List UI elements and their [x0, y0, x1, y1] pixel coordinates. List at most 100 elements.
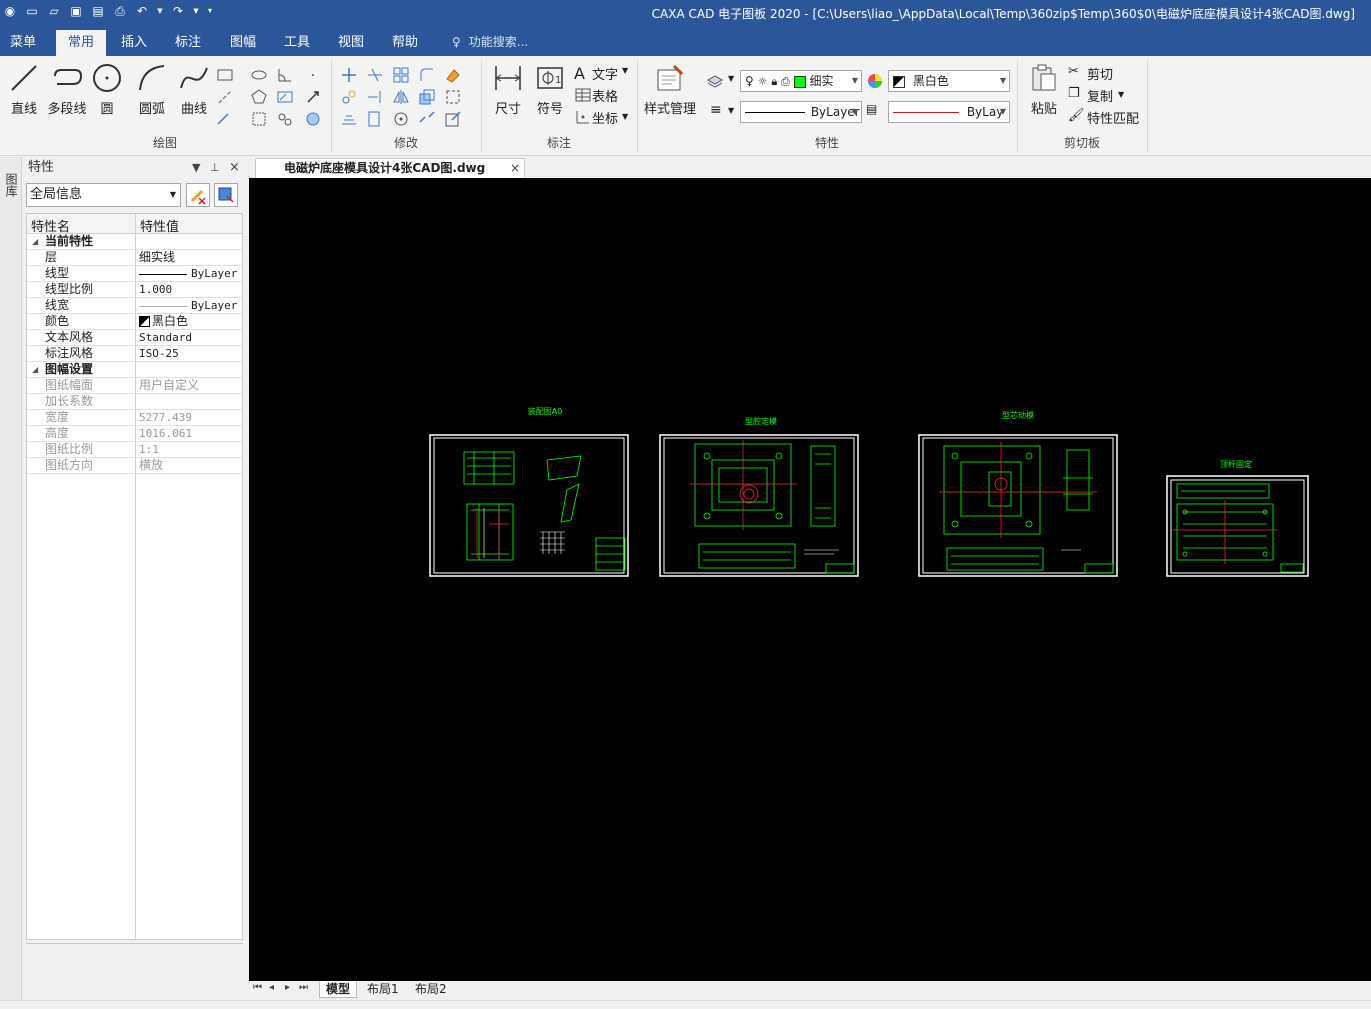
toggle-pickadd-button[interactable] [186, 183, 210, 207]
property-row[interactable]: 标注风格 ISO-25 [27, 346, 242, 362]
cut-button[interactable]: 剪切 [1087, 64, 1113, 83]
fillet-icon[interactable] [418, 66, 436, 84]
next-layout-icon[interactable]: ▸ [285, 982, 290, 993]
collapse-icon[interactable]: ◢ [32, 234, 38, 249]
text-dropdown-icon[interactable]: ▼ [622, 66, 628, 75]
copy-icon[interactable]: ❐ [1068, 86, 1080, 101]
explode-icon[interactable] [444, 88, 462, 106]
block-icon[interactable] [250, 110, 268, 128]
new-file-icon[interactable]: ▭ [24, 3, 40, 19]
hatch-icon[interactable] [276, 88, 294, 106]
customize-qa-icon[interactable]: ▾ [206, 3, 214, 19]
lineweight-dropdown-icon[interactable]: ▼ [728, 106, 734, 115]
property-row[interactable]: 线型比例 1.000 [27, 282, 242, 298]
app-logo-icon[interactable]: ◉ [2, 3, 18, 19]
polygon-icon[interactable] [250, 88, 268, 106]
offset-icon[interactable] [340, 110, 358, 128]
drawing-sheet-core[interactable]: 型芯动模 [918, 410, 1118, 577]
category-row[interactable]: ◢ 图幅设置 [27, 362, 242, 378]
tab-home[interactable]: 常用 [56, 30, 106, 56]
property-row[interactable]: 文本风格 Standard [27, 330, 242, 346]
array-icon[interactable] [392, 66, 410, 84]
tab-tools[interactable]: 工具 [272, 30, 322, 56]
symbol-button[interactable]: 1 符号 [528, 62, 572, 126]
document-tab[interactable]: 电磁炉底座模具设计4张CAD图.dwg × [255, 158, 525, 178]
drawing-canvas[interactable]: 装配图A0 型腔定模 型芯动模 顶杆固定 [249, 178, 1371, 981]
close-icon[interactable]: × [229, 157, 240, 179]
cut-icon[interactable]: ✂ [1068, 64, 1079, 79]
drawing-sheet-ejector[interactable]: 顶杆固定 [1166, 459, 1309, 577]
stretch-icon[interactable] [366, 110, 384, 128]
layer-manager-icon[interactable] [706, 72, 724, 90]
match-properties-icon[interactable]: 🖌︎ [1068, 108, 1085, 123]
polyline-button[interactable]: 多段线 [44, 62, 90, 126]
first-layout-icon[interactable]: ⏮ [253, 982, 262, 993]
tab-annotate[interactable]: 标注 [164, 30, 212, 56]
layer-combo[interactable]: ♀ ☼ 🔒︎ ⎙ 细实 ▼ [740, 70, 862, 92]
arc-button[interactable]: 圆弧 [130, 62, 174, 126]
tab-view[interactable]: 视图 [326, 30, 376, 56]
move-icon[interactable] [340, 66, 358, 84]
table-button[interactable]: 表格 [592, 86, 618, 105]
color-combo[interactable]: 黑白色 ▼ [888, 70, 1010, 92]
save-as-icon[interactable]: ▤ [90, 3, 106, 19]
tab-sheet[interactable]: 图幅 [218, 30, 268, 56]
dimension-button[interactable]: 尺寸 [486, 62, 530, 126]
panel-menu-icon[interactable]: ▼ [192, 157, 200, 179]
scope-select[interactable]: 全局信息 ▼ [26, 183, 181, 207]
last-layout-icon[interactable]: ⏭ [299, 982, 308, 993]
rotate-icon[interactable] [392, 110, 410, 128]
tab-help[interactable]: 帮助 [380, 30, 430, 56]
edit-entity-icon[interactable] [444, 110, 462, 128]
prev-layout-icon[interactable]: ◂ [269, 982, 274, 993]
trim-icon[interactable] [366, 66, 384, 84]
color-wheel-icon[interactable] [866, 72, 884, 90]
print-icon[interactable]: ⎙ [112, 3, 128, 19]
tab-insert[interactable]: 插入 [110, 30, 158, 56]
coordinate-icon[interactable] [574, 108, 592, 126]
text-button[interactable]: 文字 [592, 64, 618, 83]
property-row[interactable]: 颜色 黑白色 [27, 314, 242, 330]
mirror-icon[interactable] [392, 88, 410, 106]
rectangle-icon[interactable] [216, 66, 234, 84]
layer-manager-dropdown-icon[interactable]: ▼ [728, 74, 734, 83]
scale-icon[interactable] [418, 88, 436, 106]
copy-entity-icon[interactable] [340, 88, 358, 106]
copy-dropdown-icon[interactable]: ▼ [1118, 90, 1124, 99]
copy-button[interactable]: 复制 [1087, 86, 1113, 105]
erase-icon[interactable] [444, 66, 462, 84]
pointer-icon[interactable] [304, 88, 322, 106]
tab-layout1[interactable]: 布局1 [361, 981, 405, 998]
style-manager-button[interactable]: 样式管理 [642, 62, 698, 126]
tab-layout2[interactable]: 布局2 [409, 981, 453, 998]
undo-icon[interactable]: ↶ [134, 3, 150, 19]
break-icon[interactable] [418, 110, 436, 128]
property-row[interactable]: 线宽 ByLayer [27, 298, 242, 314]
tab-model[interactable]: 模型 [319, 981, 358, 998]
close-tab-icon[interactable]: × [510, 159, 520, 178]
cloud-icon[interactable] [276, 110, 294, 128]
centerline-icon[interactable] [216, 88, 234, 106]
redo-icon[interactable]: ↷ [170, 3, 186, 19]
library-side-tab[interactable]: 图库 [2, 163, 20, 207]
property-row[interactable]: 线型 ByLayer [27, 266, 242, 282]
tab-menu[interactable]: 菜单 [0, 30, 46, 56]
coordinate-button[interactable]: 坐标 [592, 108, 618, 127]
feature-search[interactable]: ♀ 功能搜索... [452, 30, 528, 54]
text-icon[interactable]: A [574, 64, 585, 83]
ellipse-icon[interactable] [250, 66, 268, 84]
pin-icon[interactable]: ⊥ [210, 157, 220, 179]
open-folder-icon[interactable]: ▱ [46, 3, 62, 19]
quick-select-button[interactable] [214, 183, 238, 207]
category-row[interactable]: ◢ 当前特性 [27, 234, 242, 250]
lineweight-combo[interactable]: ByLay ▼ [888, 101, 1010, 123]
drawing-sheet-assembly[interactable]: 装配图A0 [429, 406, 629, 577]
linetype-combo[interactable]: ByLayer ▼ [740, 101, 862, 123]
paste-button[interactable]: 粘贴 [1022, 62, 1066, 126]
extend-icon[interactable] [366, 88, 384, 106]
region-icon[interactable] [304, 110, 322, 128]
linetype-scale-icon[interactable]: ▤ [866, 102, 877, 116]
redo-dropdown-icon[interactable]: ▼ [192, 3, 200, 19]
match-properties-button[interactable]: 特性匹配 [1087, 108, 1139, 127]
angle-line-icon[interactable] [276, 66, 294, 84]
